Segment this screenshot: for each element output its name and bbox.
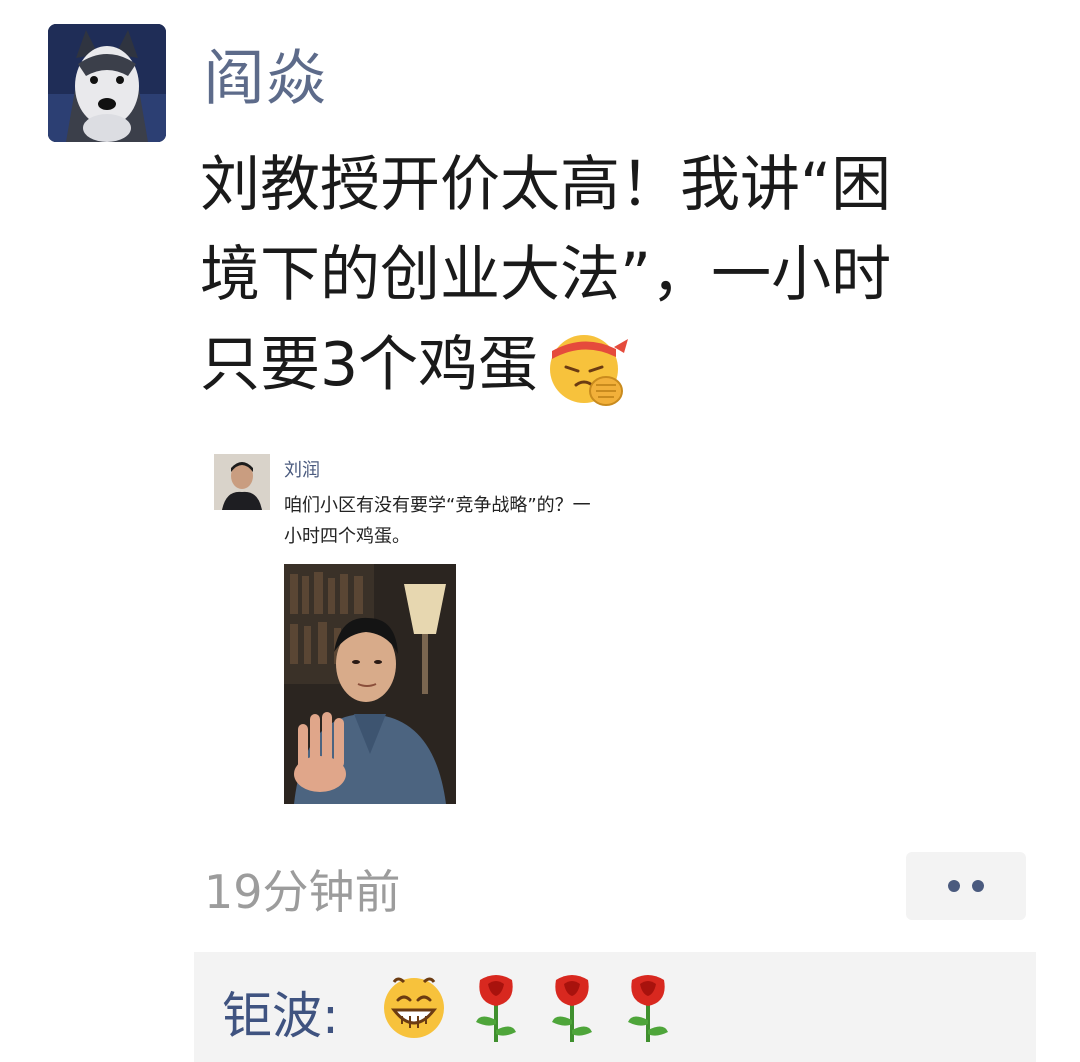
shared-photo — [284, 564, 456, 804]
shared-author-avatar — [214, 454, 270, 510]
shared-text-line: 小时四个鸡蛋。 — [284, 526, 410, 547]
shared-author-name: 刘润 — [284, 460, 320, 481]
more-dot-icon — [948, 880, 960, 892]
comment-area: 钜波: — [194, 952, 1036, 1062]
rose-emoji-icon — [476, 975, 516, 1042]
poster-name[interactable]: 阎焱 — [204, 30, 328, 117]
post-text-line: 境下的创业大法”，一小时 — [200, 240, 892, 310]
rose-emoji-icon — [628, 975, 668, 1042]
commenter-name[interactable]: 钜波: — [222, 976, 339, 1048]
person-avatar-icon — [214, 454, 270, 510]
shared-text-line: 咱们小区有没有要学“竞争战略”的？一 — [284, 495, 591, 516]
husky-avatar-image — [48, 24, 166, 142]
grin-emoji-icon — [384, 977, 444, 1038]
rose-emoji-icon — [552, 975, 592, 1042]
shared-post-text: 咱们小区有没有要学“竞争战略”的？一 小时四个鸡蛋。 — [284, 490, 694, 552]
more-actions-button[interactable] — [906, 852, 1026, 920]
shared-post-image[interactable]: 刘润 咱们小区有没有要学“竞争战略”的？一 小时四个鸡蛋。 — [206, 446, 702, 822]
post-text-line: 只要3个鸡蛋 — [200, 320, 1040, 411]
man-portrait-photo — [284, 564, 456, 804]
more-dot-icon — [972, 880, 984, 892]
poster-avatar[interactable] — [48, 24, 166, 142]
facepalm-bandana-emoji-icon — [550, 335, 629, 407]
post-text: 刘教授开价太高！我讲“困 境下的创业大法”，一小时 只要3个鸡蛋 — [200, 140, 1040, 411]
post-text-line: 刘教授开价太高！我讲“困 — [200, 150, 892, 220]
post-text-line-content: 只要3个鸡蛋 — [200, 330, 539, 400]
post-timestamp: 19分钟前 — [204, 865, 401, 919]
